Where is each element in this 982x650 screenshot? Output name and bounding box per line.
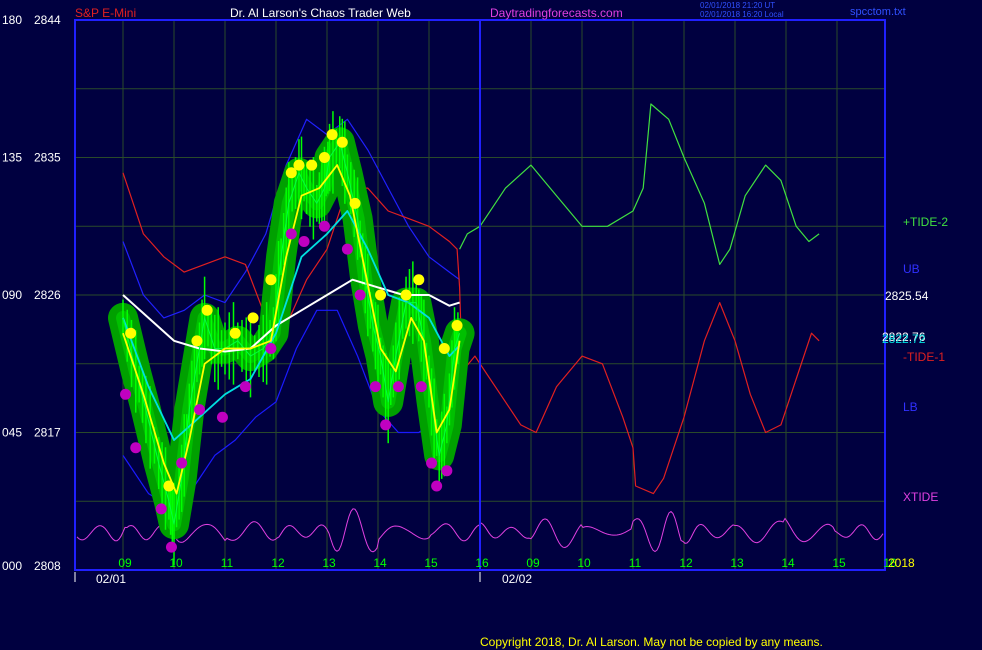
high-dot — [201, 304, 213, 316]
low-dot — [120, 388, 132, 400]
tide-series — [459, 103, 820, 265]
high-dot — [400, 289, 412, 301]
timestamp-local: 02/01/2018 16:20 Local — [700, 10, 784, 19]
tide-plus-line — [459, 103, 820, 265]
low-dot — [194, 404, 205, 416]
y-tick-right: 2826 — [34, 288, 61, 302]
x-hour-label: 13 — [322, 556, 336, 570]
low-dot — [298, 236, 310, 248]
low-dot — [369, 381, 381, 393]
low-dot — [431, 480, 443, 492]
low-dot — [239, 381, 251, 393]
x-hour-label: 09 — [118, 556, 132, 570]
low-dot — [165, 541, 177, 553]
x-hour-label: 09 — [526, 556, 540, 570]
x-hour-label: 10 — [169, 556, 183, 570]
y-tick-left: 180 — [2, 13, 22, 27]
axis-labels: 000 2808 045 2817 090 2826 135 2835 180 2844 09 10 1… — [2, 13, 948, 586]
low-dot — [318, 220, 330, 232]
x-hour-label: 14 — [373, 556, 387, 570]
x-date-label: 02/01 — [96, 572, 126, 586]
x-date-label: 02/02 — [502, 572, 532, 586]
high-dot — [326, 129, 338, 141]
y-tick-left: 090 — [2, 288, 22, 302]
low-dot — [130, 442, 142, 454]
high-dot — [265, 274, 277, 286]
low-dot — [354, 289, 366, 301]
low-dot — [426, 457, 438, 469]
low-dot — [155, 503, 167, 515]
y-tick-left: 135 — [2, 151, 22, 165]
price-series — [108, 111, 475, 566]
x-hour-label: 15 — [424, 556, 438, 570]
series-label-tide-plus: +TIDE-2 — [903, 215, 948, 229]
x-hour-label: 16 — [475, 556, 489, 570]
value-label-ma-mid: 2822.72 — [882, 332, 926, 346]
instrument-label: S&P E-Mini — [75, 6, 136, 20]
copyright-notice: Copyright 2018, Dr. Al Larson. May not b… — [480, 635, 823, 649]
high-dot — [163, 480, 175, 492]
low-dot — [285, 228, 297, 240]
high-dot — [375, 289, 387, 301]
low-dot — [341, 243, 353, 255]
series-label-tide-minus: -TIDE-1 — [903, 350, 945, 364]
high-dot — [229, 327, 241, 339]
x-hour-label: 10 — [577, 556, 591, 570]
chart-canvas: 000 2808 045 2817 090 2826 135 2835 180 2844 09 10 1… — [2, 1, 948, 649]
value-label-ma-long: 2825.54 — [885, 289, 929, 303]
filename-label: spcctom.txt — [850, 6, 906, 18]
y-tick-left: 045 — [2, 426, 22, 440]
high-dot — [438, 342, 450, 354]
low-dot — [216, 411, 228, 423]
low-dot — [415, 381, 427, 393]
high-dot — [247, 312, 259, 324]
low-dot — [176, 457, 188, 469]
high-dot — [318, 152, 330, 163]
high-dot — [413, 274, 425, 286]
series-label-lb: LB — [903, 400, 918, 414]
x-hour-label: 12 — [271, 556, 285, 570]
series-label-xtide: XTIDE — [903, 490, 938, 504]
band-series — [122, 118, 820, 510]
x-hour-label: 14 — [781, 556, 795, 570]
timestamp-ut: 02/01/2018 21:20 UT — [700, 1, 775, 10]
high-dot — [451, 320, 463, 332]
x-hour-label: 13 — [730, 556, 744, 570]
x-hour-label: 11 — [221, 556, 234, 570]
site-label: Daytradingforecasts.com — [490, 6, 623, 20]
high-dot — [125, 327, 137, 339]
x-hour-label: 12 — [679, 556, 693, 570]
high-dot — [191, 335, 203, 347]
high-dot — [336, 136, 348, 148]
high-dot — [349, 197, 361, 209]
y-tick-right: 2817 — [34, 426, 61, 440]
series-label-ub: UB — [903, 262, 920, 276]
low-dot — [441, 465, 453, 477]
low-dot — [380, 419, 392, 431]
y-tick-right: 2835 — [34, 151, 61, 165]
chart-title: Dr. Al Larson's Chaos Trader Web — [230, 6, 411, 20]
y-tick-left: 000 — [2, 559, 22, 573]
x-hour-label: 15 — [832, 556, 846, 570]
high-dot — [293, 159, 305, 171]
y-tick-right: 2808 — [34, 559, 61, 573]
y-tick-right: 2844 — [34, 13, 61, 27]
low-dot — [392, 381, 404, 393]
low-dot — [265, 342, 277, 354]
x-hour-label: 11 — [629, 556, 642, 570]
x-year-label: 2018 — [888, 556, 915, 570]
high-dot — [306, 159, 318, 171]
